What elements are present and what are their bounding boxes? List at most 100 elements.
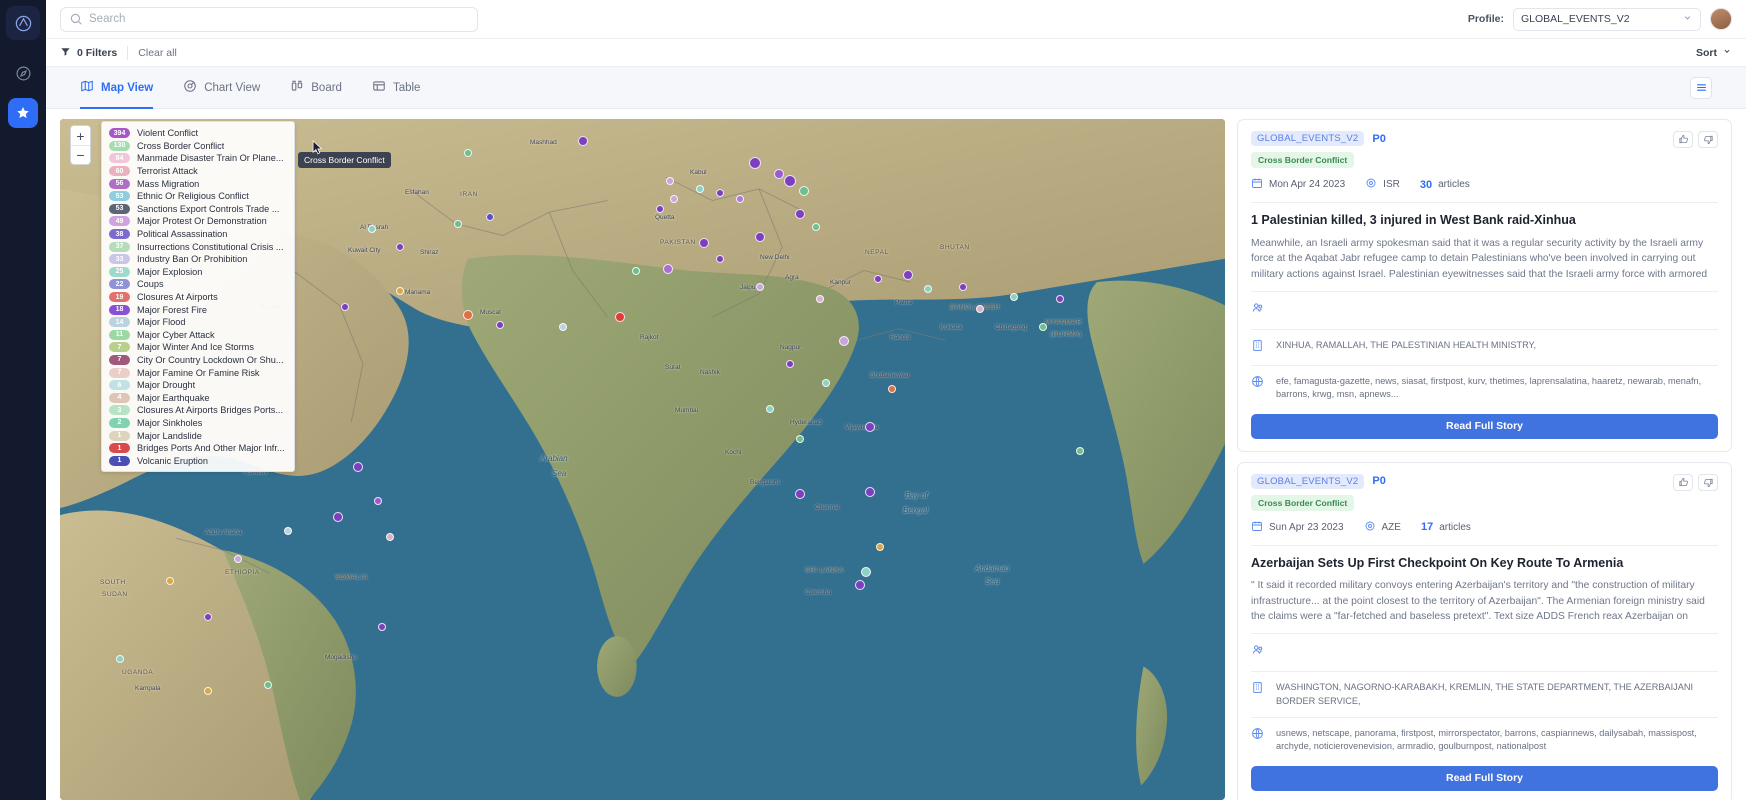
legend-item[interactable]: 22 Coups: [102, 278, 294, 291]
map-event-marker[interactable]: [795, 209, 805, 219]
legend-item[interactable]: 56 Mass Migration: [102, 177, 294, 190]
legend-item[interactable]: 4 Major Earthquake: [102, 391, 294, 404]
map-event-marker[interactable]: [341, 303, 349, 311]
map-event-marker[interactable]: [784, 175, 796, 187]
legend-item[interactable]: 33 Industry Ban Or Prohibition: [102, 253, 294, 266]
map-event-marker[interactable]: [924, 285, 932, 293]
legend-item[interactable]: 11 Major Cyber Attack: [102, 329, 294, 342]
map-event-marker[interactable]: [755, 232, 765, 242]
thumbs-up-icon[interactable]: [1673, 131, 1693, 148]
legend-item[interactable]: 1 Major Landslide: [102, 429, 294, 442]
map-zoom-controls[interactable]: + −: [70, 125, 91, 165]
map-event-marker[interactable]: [486, 213, 494, 221]
map-event-marker[interactable]: [496, 321, 504, 329]
map-event-marker[interactable]: [799, 186, 809, 196]
sort-button[interactable]: Sort: [1696, 46, 1732, 59]
map-event-marker[interactable]: [464, 149, 472, 157]
map-event-marker[interactable]: [615, 312, 625, 322]
map-event-marker[interactable]: [670, 195, 678, 203]
sidebar-item-explore[interactable]: [8, 58, 38, 88]
tab-map-view[interactable]: Map View: [80, 67, 154, 109]
filters-button[interactable]: 0 Filters: [60, 46, 117, 60]
legend-item[interactable]: 3 Closures At Airports Bridges Ports...: [102, 404, 294, 417]
map-event-marker[interactable]: [976, 305, 984, 313]
tab-chart-view[interactable]: Chart View: [183, 67, 260, 109]
map-event-marker[interactable]: [116, 655, 124, 663]
legend-item[interactable]: 37 Insurrections Constitutional Crisis ..…: [102, 240, 294, 253]
legend-item[interactable]: 60 Terrorist Attack: [102, 165, 294, 178]
legend-item[interactable]: 130 Cross Border Conflict: [102, 140, 294, 153]
map-event-marker[interactable]: [1076, 447, 1084, 455]
thumbs-down-icon[interactable]: [1698, 131, 1718, 148]
legend-item[interactable]: 2 Major Sinkholes: [102, 417, 294, 430]
tab-board[interactable]: Board: [290, 67, 342, 109]
map-event-marker[interactable]: [865, 422, 875, 432]
map-event-marker[interactable]: [839, 336, 849, 346]
search-input[interactable]: [60, 6, 478, 32]
legend-item[interactable]: 49 Major Protest Or Demonstration: [102, 215, 294, 228]
map-event-marker[interactable]: [204, 613, 212, 621]
zoom-in-button[interactable]: +: [71, 126, 90, 145]
profile-select[interactable]: GLOBAL_EVENTS_V2: [1513, 7, 1701, 31]
legend-item[interactable]: 38 Political Assassination: [102, 228, 294, 241]
map-event-marker[interactable]: [396, 287, 404, 295]
map-event-marker[interactable]: [454, 220, 462, 228]
map-event-marker[interactable]: [696, 185, 704, 193]
legend-item[interactable]: 394 Violent Conflict: [102, 127, 294, 140]
map-event-marker[interactable]: [264, 681, 272, 689]
map-event-marker[interactable]: [374, 497, 382, 505]
map-event-marker[interactable]: [463, 310, 473, 320]
map-event-marker[interactable]: [766, 405, 774, 413]
legend-item[interactable]: 14 Major Flood: [102, 316, 294, 329]
map-event-marker[interactable]: [822, 379, 830, 387]
brand-logo-icon[interactable]: [6, 6, 40, 40]
map-event-marker[interactable]: [816, 295, 824, 303]
zoom-out-button[interactable]: −: [71, 145, 90, 164]
map-event-marker[interactable]: [796, 435, 804, 443]
map-event-marker[interactable]: [396, 243, 404, 251]
user-avatar[interactable]: [1710, 8, 1732, 30]
map-event-marker[interactable]: [959, 283, 967, 291]
legend-item[interactable]: 7 City Or Country Lockdown Or Shu...: [102, 354, 294, 367]
legend-item[interactable]: 18 Major Forest Fire: [102, 303, 294, 316]
headline[interactable]: Azerbaijan Sets Up First Checkpoint On K…: [1251, 556, 1718, 572]
event-card[interactable]: GLOBAL_EVENTS_V2 P0 Cross Border Conflic…: [1237, 119, 1732, 452]
map-event-marker[interactable]: [632, 267, 640, 275]
map-event-marker[interactable]: [378, 623, 386, 631]
thumbs-up-icon[interactable]: [1673, 473, 1693, 491]
map-event-marker[interactable]: [1056, 295, 1064, 303]
legend-item[interactable]: 53 Ethnic Or Religious Conflict: [102, 190, 294, 203]
list-view-toggle[interactable]: [1690, 76, 1712, 99]
map-event-marker[interactable]: [855, 580, 865, 590]
map-event-marker[interactable]: [559, 323, 567, 331]
map-event-marker[interactable]: [656, 205, 664, 213]
map-event-marker[interactable]: [368, 225, 376, 233]
legend-item[interactable]: 19 Closures At Airports: [102, 291, 294, 304]
legend-item[interactable]: 84 Manmade Disaster Train Or Plane...: [102, 152, 294, 165]
map-view[interactable]: Mashhad Kabul Esfahan IRAN Al Basrah Kuwait C…: [60, 119, 1225, 800]
map-event-marker[interactable]: [795, 489, 805, 499]
map-event-marker[interactable]: [774, 169, 784, 179]
sidebar-item-favorites[interactable]: [8, 98, 38, 128]
map-event-marker[interactable]: [234, 555, 242, 563]
map-event-marker[interactable]: [716, 255, 724, 263]
thumbs-down-icon[interactable]: [1698, 473, 1718, 491]
results-panel[interactable]: GLOBAL_EVENTS_V2 P0 Cross Border Conflic…: [1237, 119, 1732, 800]
map-event-marker[interactable]: [333, 512, 343, 522]
map-event-marker[interactable]: [874, 275, 882, 283]
map-event-marker[interactable]: [578, 136, 588, 146]
map-event-marker[interactable]: [386, 533, 394, 541]
map-event-marker[interactable]: [756, 283, 764, 291]
legend-item[interactable]: 53 Sanctions Export Controls Trade ...: [102, 203, 294, 216]
map-event-marker[interactable]: [353, 462, 363, 472]
legend-item[interactable]: 25 Major Explosion: [102, 266, 294, 279]
map-event-marker[interactable]: [812, 223, 820, 231]
read-full-story-button[interactable]: Read Full Story: [1251, 765, 1718, 791]
legend-item[interactable]: 1 Bridges Ports And Other Major Infr...: [102, 442, 294, 455]
map-event-marker[interactable]: [786, 360, 794, 368]
map-event-marker[interactable]: [888, 385, 896, 393]
map-event-marker[interactable]: [663, 264, 673, 274]
map-event-marker[interactable]: [861, 567, 871, 577]
map-event-marker[interactable]: [865, 487, 875, 497]
legend-item[interactable]: 7 Major Winter And Ice Storms: [102, 341, 294, 354]
